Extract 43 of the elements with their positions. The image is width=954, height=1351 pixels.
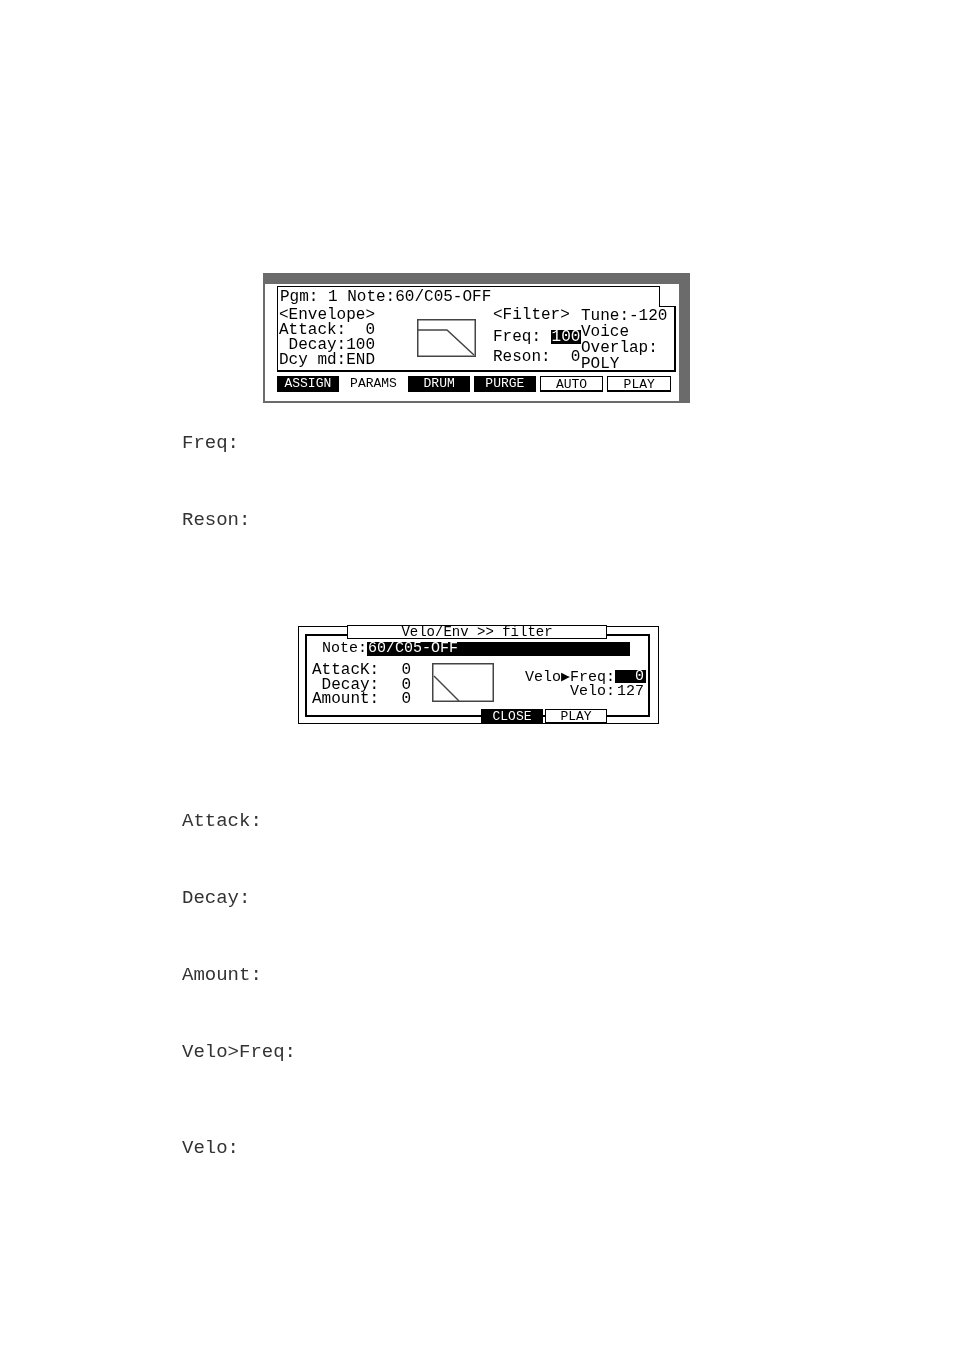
parameter-heading: Reson:	[182, 509, 251, 531]
soft-key-tab[interactable]: PURGE	[474, 376, 536, 392]
value-field[interactable]: 0	[615, 670, 646, 683]
program-header: Pgm: 1 Note:60/C05-OFF	[277, 286, 660, 307]
filter-heading: <Filter>	[493, 308, 570, 324]
soft-key-button[interactable]: PLAY	[607, 376, 672, 392]
value-field[interactable]: POLY	[581, 356, 620, 372]
value-field[interactable]: 0	[365, 323, 375, 339]
soft-key-button[interactable]: PLAY	[545, 709, 607, 724]
parameter-heading: Decay:	[182, 887, 251, 909]
parameter-heading: Attack:	[182, 810, 262, 832]
value-field[interactable]: 0	[401, 692, 411, 707]
parameter-heading: Velo:	[182, 1137, 239, 1159]
field-label: Velo:	[570, 683, 615, 700]
envelope-shape-icon	[432, 663, 494, 702]
field-label: Voice	[581, 324, 629, 340]
value-field[interactable]: 0	[401, 677, 411, 692]
soft-key-tab[interactable]: DRUM	[408, 376, 470, 392]
value-field[interactable]: -120	[629, 308, 668, 324]
field-label: AttacK:	[312, 663, 380, 678]
field-label: Tune:	[581, 308, 629, 324]
parameter-heading: Amount:	[182, 964, 262, 986]
envelope-heading: <Envelope>	[279, 308, 375, 324]
field-label: Attack:	[279, 323, 347, 339]
soft-key-tab[interactable]: ASSIGN	[277, 376, 339, 392]
parameter-heading: Velo>Freq:	[182, 1041, 297, 1063]
value-field[interactable]: 0	[401, 663, 411, 678]
value-field[interactable]: 60/C05-OFF	[367, 642, 630, 656]
envelope-shape-icon	[417, 319, 476, 357]
soft-key-button[interactable]: CLOSE	[481, 709, 543, 724]
field-label: Dcy md:	[279, 353, 347, 369]
value-field[interactable]: 100	[550, 330, 582, 345]
field-label: Reson:	[493, 349, 551, 365]
field-label: Overlap:	[581, 340, 658, 356]
field-label: Decay:	[321, 677, 380, 692]
value-field[interactable]: END	[346, 353, 375, 369]
value-field[interactable]: 127	[615, 685, 646, 698]
value-field[interactable]: 100	[346, 338, 375, 354]
soft-key-button[interactable]: AUTO	[539, 376, 604, 392]
parameter-heading: Freq:	[182, 432, 239, 454]
field-label: Amount:	[312, 692, 380, 707]
field-label: Freq:	[493, 329, 541, 345]
field-label: Note:	[322, 642, 367, 656]
